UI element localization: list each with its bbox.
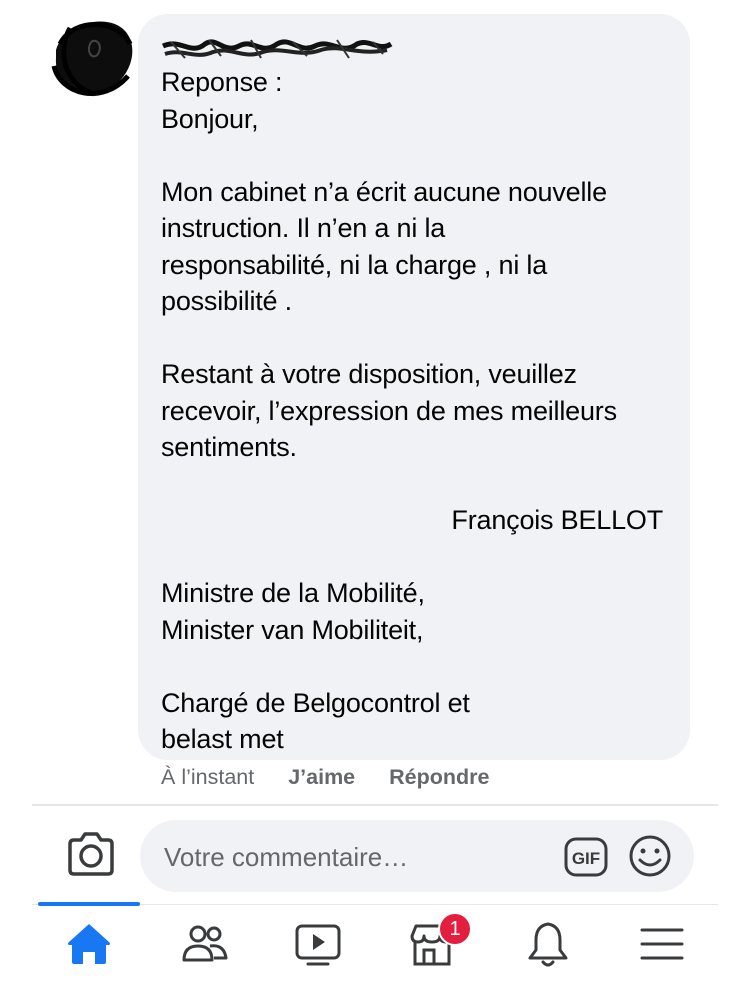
tab-home[interactable] — [59, 918, 119, 970]
timestamp: À l’instant — [161, 765, 255, 789]
reply-button[interactable]: Répondre — [389, 765, 489, 790]
comment-line-blank — [161, 539, 666, 576]
avatar[interactable] — [50, 14, 136, 100]
comment-line-blank — [161, 137, 666, 174]
video-icon — [295, 924, 341, 966]
comment-input[interactable] — [162, 834, 556, 880]
comment-line: responsabilité, ni la charge , ni la — [161, 249, 548, 280]
tab-friends[interactable] — [174, 918, 234, 970]
gif-button[interactable]: GIF — [564, 837, 608, 877]
notification-badge: 1 — [438, 912, 472, 946]
comment-line: Mon cabinet n’a écrit aucune nouvelle — [161, 176, 607, 207]
active-tab-indicator — [38, 902, 140, 906]
friends-icon — [182, 925, 228, 962]
signature: François BELLOT — [451, 505, 663, 535]
comment-line: possibilité . — [161, 286, 292, 316]
comment-line-blank — [161, 466, 666, 503]
comment-actions: À l’instant J’aime Répondre — [161, 765, 517, 790]
redaction-scribble-icon — [161, 39, 393, 59]
comment-line: instruction. Il n’en a ni la — [161, 213, 446, 243]
comment-line: Restant à votre disposition, veuillez — [161, 359, 577, 389]
comment-bubble: Reponse : Bonjour, Mon cabinet n’a écrit… — [138, 14, 690, 760]
comment-line-blank — [161, 320, 666, 357]
comment-input-container[interactable]: GIF — [140, 820, 694, 892]
gif-label: GIF — [572, 849, 600, 868]
title-line: Ministre de la Mobilité, — [161, 578, 425, 608]
comment-line-blank — [161, 648, 666, 685]
title-line: belast met — [161, 724, 284, 754]
home-icon — [68, 924, 110, 964]
comment-line: Reponse : — [161, 67, 283, 97]
menu-icon — [640, 928, 684, 960]
tab-notifications[interactable] — [518, 918, 578, 970]
divider — [32, 804, 718, 806]
redacted-avatar-icon — [50, 14, 136, 100]
author-name-redacted[interactable] — [161, 34, 393, 64]
title-line: Chargé de Belgocontrol et — [161, 687, 470, 718]
title-line: Minister van Mobiliteit, — [161, 614, 424, 645]
emoji-icon[interactable] — [628, 834, 672, 878]
bell-icon — [528, 922, 568, 967]
tab-menu[interactable] — [632, 918, 692, 970]
camera-icon[interactable] — [66, 832, 116, 876]
like-button[interactable]: J’aime — [288, 765, 355, 790]
tab-watch[interactable] — [288, 918, 348, 970]
comment-line: recevoir, l’expression de mes meilleurs — [161, 395, 617, 426]
comment-line: sentiments. — [161, 432, 297, 462]
comment-line: Bonjour, — [161, 103, 259, 134]
